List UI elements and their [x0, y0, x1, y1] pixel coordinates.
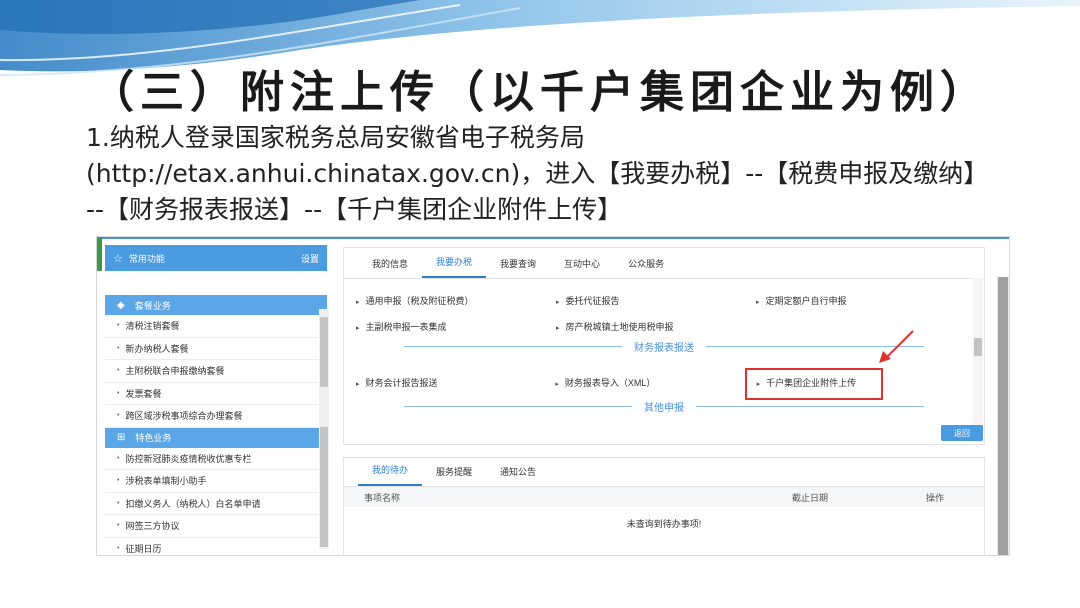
menu-item-entrusted-collection[interactable]: ▸ 委托代征报告 — [556, 294, 756, 307]
bullet-icon: • — [117, 322, 120, 330]
bullet-icon: • — [117, 499, 120, 507]
sidebar-item-label: 发票套餐 — [125, 388, 162, 399]
bullet-icon: • — [117, 544, 120, 552]
sidebar-item-label: 扣缴义务人（纳税人）白名单申请 — [125, 498, 261, 509]
slide-line-3: --【财务报表报送】--【千户集团企业附件上传】 — [86, 195, 623, 224]
todo-table-header: 事项名称 截止日期 操作 — [344, 487, 984, 507]
red-arrow-icon — [879, 330, 914, 363]
page-scroll-thumb[interactable] — [998, 277, 1008, 555]
sidebar-item-label: 主附税联合申报缴纳套餐 — [125, 366, 225, 377]
sidebar-item-label: 清税注销套餐 — [125, 321, 180, 332]
section-divider-financial: 财务报表报送 — [404, 340, 924, 354]
tab-my-todo[interactable]: 我的待办 — [358, 463, 423, 486]
package-business-section[interactable]: ◆ 套餐业务 — [105, 295, 327, 315]
todo-tabs: 我的待办 服务提醒 通知公告 — [344, 458, 984, 487]
return-button[interactable]: 返回 — [941, 425, 983, 441]
bullet-icon: • — [117, 522, 120, 530]
main-tabs: 我的信息 我要办税 我要查询 互动中心 公众服务 — [344, 248, 984, 279]
cube-icon: ◆ — [117, 299, 125, 311]
tab-notice[interactable]: 通知公告 — [486, 465, 550, 486]
tab-query[interactable]: 我要查询 — [486, 257, 550, 278]
special-business-label: 特色业务 — [135, 433, 172, 443]
section-title-financial: 财务报表报送 — [634, 342, 694, 354]
settings-link[interactable]: 设置 — [301, 252, 319, 265]
sidebar-item-label: 防控新冠肺炎疫情税收优惠专栏 — [125, 453, 252, 464]
grid-icon: ⊞ — [117, 432, 126, 443]
sidebar-item[interactable]: • 清税注销套餐 — [105, 315, 327, 338]
todo-empty-message: 未查询到待办事项! — [626, 519, 702, 529]
slide-line-2: (http://etax.anhui.chinatax.gov.cn)，进入【我… — [86, 159, 989, 188]
sidebar-item[interactable]: • 征期日历 — [105, 538, 327, 556]
panel-scroll-thumb[interactable] — [974, 338, 982, 356]
sidebar-item-label: 跨区域涉税事项综合办理套餐 — [125, 411, 243, 422]
bullet-icon: • — [117, 454, 120, 462]
slide-line-1: 1.纳税人登录国家税务总局安徽省电子税务局 — [86, 123, 585, 152]
sidebar-scroll-thumb[interactable] — [320, 317, 328, 387]
top-accent-line — [97, 237, 1009, 239]
sidebar-scroll-thumb[interactable] — [320, 427, 328, 547]
column-header-item-name: 事项名称 — [364, 492, 401, 503]
column-header-deadline: 截止日期 — [792, 492, 829, 503]
left-accent-bar — [97, 237, 102, 271]
sidebar-item[interactable]: • 网签三方协议 — [105, 515, 327, 538]
tab-public-service[interactable]: 公众服务 — [614, 257, 678, 278]
sidebar: ☆ 常用功能 设置 ◆ 套餐业务 • 清税注销套餐 • 新办纳税人套餐 • 主附税联合申报… — [105, 245, 327, 555]
menu-item-integrated-declaration[interactable]: ▸ 主副税申报一表集成 — [356, 320, 556, 333]
sidebar-item[interactable]: • 主附税联合申报缴纳套餐 — [105, 360, 327, 383]
special-business-section[interactable]: ⊞ 特色业务 — [105, 427, 327, 448]
sidebar-item[interactable]: • 扣缴义务人（纳税人）白名单申请 — [105, 493, 327, 515]
column-header-action: 操作 — [926, 492, 945, 503]
bullet-icon: • — [117, 344, 120, 352]
menu-item-property-tax-declaration[interactable]: ▸ 房产税城镇土地使用税申报 — [556, 320, 756, 333]
menu-row: ▸ 主副税申报一表集成 ▸ 房产税城镇土地使用税申报 — [356, 320, 956, 333]
common-functions-header[interactable]: ☆ 常用功能 设置 — [105, 245, 327, 271]
slide-title: （三）附注上传（以千户集团企业为例） — [90, 67, 990, 118]
sidebar-item-label: 网签三方协议 — [125, 521, 180, 532]
sidebar-item[interactable]: • 跨区域涉税事项综合办理套餐 — [105, 405, 327, 428]
menu-item-fixed-quota-declaration[interactable]: ▸ 定期定额户自行申报 — [756, 294, 956, 307]
sidebar-item[interactable]: • 发票套餐 — [105, 383, 327, 405]
tab-service-reminder[interactable]: 服务提醒 — [422, 465, 486, 486]
menu-item-financial-report[interactable]: ▸ 财务会计报告报送 — [356, 376, 555, 389]
star-icon: ☆ — [113, 252, 123, 265]
bullet-icon: • — [117, 412, 120, 420]
menu-item-financial-import-xml[interactable]: ▸ 财务报表导入（XML） — [555, 376, 754, 389]
sidebar-scrollbar[interactable] — [319, 309, 329, 549]
package-business-label: 套餐业务 — [134, 300, 171, 311]
sidebar-item[interactable]: • 涉税表单填制小助手 — [105, 470, 327, 493]
sidebar-item-label: 新办纳税人套餐 — [125, 343, 189, 354]
sidebar-item[interactable]: • 新办纳税人套餐 — [105, 338, 327, 360]
tab-tax-handling[interactable]: 我要办税 — [422, 255, 487, 278]
section-title-other: 其他申报 — [644, 402, 684, 414]
tab-interaction-center[interactable]: 互动中心 — [550, 257, 614, 278]
slide-description: 1.纳税人登录国家税务总局安徽省电子税务局 (http://etax.anhui… — [86, 120, 1046, 228]
section-divider-other: 其他申报 — [404, 400, 924, 414]
menu-item-general-declaration[interactable]: ▸ 通用申报（税及附征税费） — [356, 294, 556, 307]
sidebar-item[interactable]: • 防控新冠肺炎疫情税收优惠专栏 — [105, 448, 327, 470]
menu-row: ▸ 通用申报（税及附征税费） ▸ 委托代征报告 ▸ 定期定额户自行申报 — [356, 294, 956, 307]
panel-scrollbar[interactable] — [973, 278, 983, 442]
sidebar-item-label: 涉税表单填制小助手 — [125, 476, 207, 487]
highlight-box — [745, 368, 883, 400]
bullet-icon: • — [117, 477, 120, 485]
sidebar-item-label: 征期日历 — [125, 543, 162, 554]
etax-screenshot: ☆ 常用功能 设置 ◆ 套餐业务 • 清税注销套餐 • 新办纳税人套餐 • 主附税联合申报… — [96, 236, 1010, 556]
bullet-icon: • — [117, 367, 120, 375]
tab-my-info[interactable]: 我的信息 — [358, 257, 422, 278]
page-scrollbar[interactable] — [997, 277, 1009, 555]
todo-panel: 我的待办 服务提醒 通知公告 事项名称 截止日期 操作 未查询到待办事项! — [343, 457, 985, 555]
common-functions-label: 常用功能 — [128, 253, 165, 264]
bullet-icon: • — [117, 389, 120, 397]
